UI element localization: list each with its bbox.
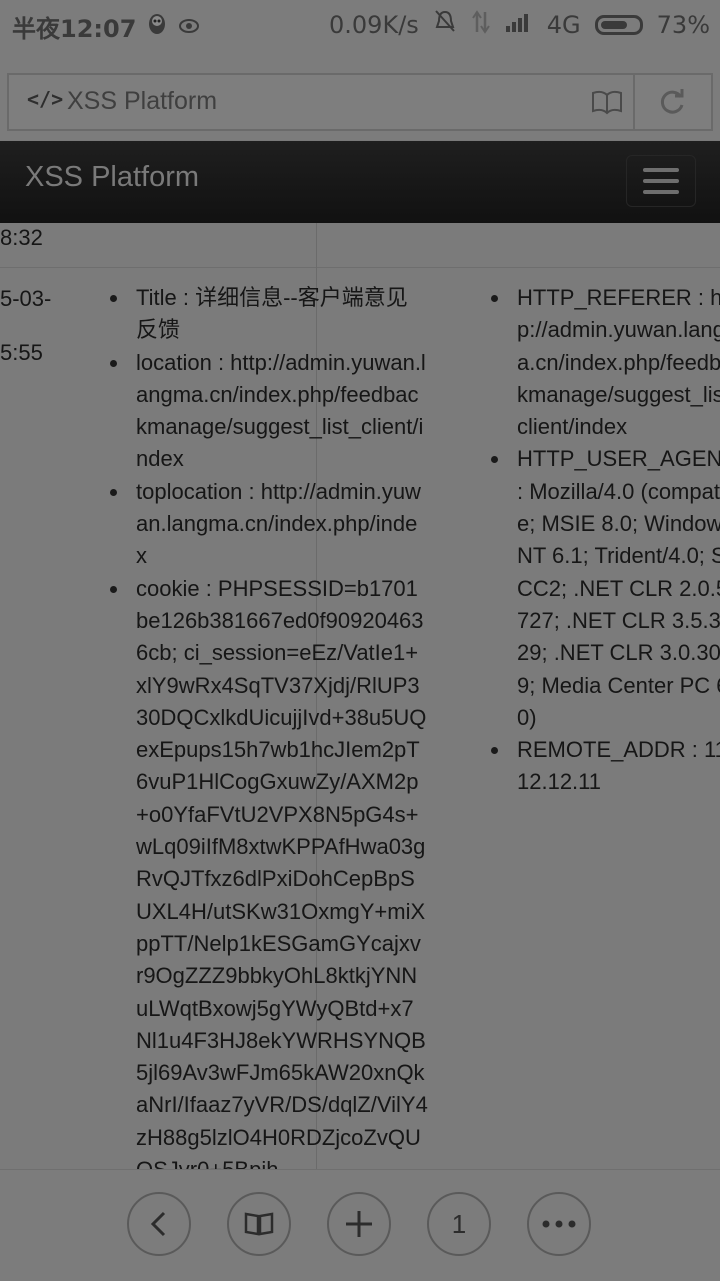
list-item-referer: HTTP_REFERER : http://admin.yuwan.langma… bbox=[491, 282, 720, 443]
battery-percent: 73% bbox=[656, 11, 710, 39]
status-time: 半夜12:07 bbox=[12, 15, 137, 43]
back-button[interactable] bbox=[127, 1192, 191, 1256]
list-item-location: location : http://admin.yuwan.langma.cn/… bbox=[110, 347, 428, 476]
bookmarks-button[interactable] bbox=[227, 1192, 291, 1256]
address-bar[interactable]: </> XSS Platform bbox=[7, 73, 713, 131]
site-navbar: XSS Platform bbox=[0, 141, 720, 223]
battery-icon bbox=[594, 15, 643, 35]
plus-icon bbox=[346, 1211, 372, 1237]
mute-bell-icon bbox=[433, 9, 457, 41]
status-left: 半夜12:07 bbox=[12, 9, 200, 44]
eye-icon bbox=[178, 13, 200, 41]
more-dots-icon bbox=[542, 1220, 576, 1228]
reader-mode-icon[interactable] bbox=[589, 87, 625, 117]
row-time: 8:32 bbox=[0, 225, 43, 250]
status-right: 0.09K/s 4G 73% bbox=[329, 9, 710, 41]
browser-toolbar: </> XSS Platform bbox=[0, 50, 720, 140]
hamburger-line bbox=[643, 179, 679, 183]
browser-bottom-bar: 1 bbox=[0, 1169, 720, 1281]
request-info-cell: Title : 详细信息--客户端意见反馈 location : http://… bbox=[110, 282, 428, 1169]
page-title-url[interactable]: XSS Platform bbox=[67, 87, 217, 116]
server-info-list: HTTP_REFERER : http://admin.yuwan.langma… bbox=[491, 282, 720, 799]
tab-count: 1 bbox=[451, 1208, 467, 1239]
menu-toggle-button[interactable] bbox=[626, 155, 696, 207]
signal-icon bbox=[505, 11, 533, 39]
list-item-title: Title : 详细信息--客户端意见反馈 bbox=[110, 282, 428, 347]
code-icon: </> bbox=[27, 87, 64, 111]
hamburger-line bbox=[643, 168, 679, 172]
book-icon bbox=[244, 1212, 274, 1236]
new-tab-button[interactable] bbox=[327, 1192, 391, 1256]
list-item-user-agent: HTTP_USER_AGENT : Mozilla/4.0 (compatibl… bbox=[491, 443, 720, 734]
tabs-button[interactable]: 1 bbox=[427, 1192, 491, 1256]
list-item-remote-addr: REMOTE_ADDR : 111.12.12.11 bbox=[491, 734, 720, 799]
network-type: 4G bbox=[546, 11, 581, 39]
request-info-list: Title : 详细信息--客户端意见反馈 location : http://… bbox=[110, 282, 428, 1169]
qq-icon bbox=[146, 12, 168, 42]
status-bar: 半夜12:07 0.09K/s 4G 73% bbox=[0, 0, 720, 50]
reload-icon[interactable] bbox=[655, 85, 689, 119]
list-item-toplocation: toplocation : http://admin.yuwan.langma.… bbox=[110, 476, 428, 573]
list-item-cookie: cookie : PHPSESSID=b1701be126b381667ed0f… bbox=[110, 573, 428, 1169]
address-bar-divider bbox=[633, 75, 635, 129]
network-speed: 0.09K/s bbox=[329, 11, 419, 39]
data-transfer-icon bbox=[471, 10, 491, 40]
row-time-2: 5:55 bbox=[0, 340, 43, 365]
table-row: 8:32 bbox=[0, 223, 720, 268]
row-date: 5-03- bbox=[0, 286, 52, 311]
server-info-cell: HTTP_REFERER : http://admin.yuwan.langma… bbox=[491, 282, 720, 799]
result-table: 8:32 5-03- 5:55 Title : 详细信息--客户端意见反馈 lo… bbox=[0, 223, 720, 1169]
hamburger-line bbox=[643, 190, 679, 194]
row-date-cell: 5-03- 5:55 bbox=[0, 283, 51, 369]
back-arrow-icon bbox=[150, 1211, 166, 1237]
site-brand[interactable]: XSS Platform bbox=[25, 161, 199, 194]
more-menu-button[interactable] bbox=[527, 1192, 591, 1256]
